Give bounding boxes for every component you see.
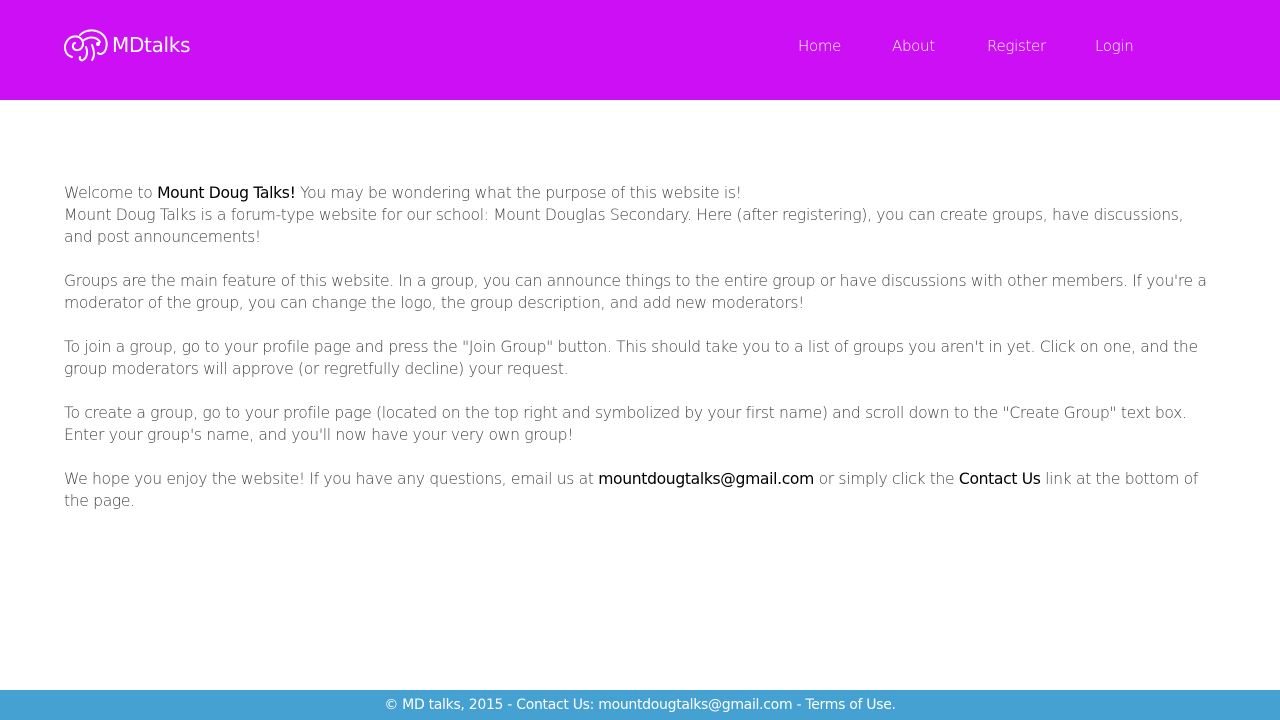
site-logo[interactable]: MDtalks xyxy=(62,26,191,64)
nav-login-link[interactable]: Login xyxy=(1095,36,1134,56)
site-footer: © MD talks, 2015 - Contact Us: mountdoug… xyxy=(0,690,1280,720)
nav-home-link[interactable]: Home xyxy=(798,36,841,56)
footer-terms-link[interactable]: Terms of Use. xyxy=(805,697,896,713)
site-header: MDtalks Home About Register Login xyxy=(0,0,1280,100)
brand-name: MDtalks xyxy=(112,33,191,57)
closing-paragraph: We hope you enjoy the website! If you ha… xyxy=(64,468,1214,512)
intro-text-cont: You may be wondering what the purpose of… xyxy=(295,184,742,202)
closing-text-cont: or simply click the xyxy=(813,470,959,488)
footer-contact-link[interactable]: Contact Us: mountdougtalks@gmail.com xyxy=(516,697,792,713)
intro-paragraph: Welcome to Mount Doug Talks! You may be … xyxy=(64,182,1214,248)
site-name-highlight: Mount Doug Talks! xyxy=(157,184,296,202)
email-link[interactable]: mountdougtalks@gmail.com xyxy=(598,470,814,488)
intro-description: Mount Doug Talks is a forum-type website… xyxy=(64,206,1184,246)
main-content: Welcome to Mount Doug Talks! You may be … xyxy=(64,182,1214,534)
nav-about-link[interactable]: About xyxy=(892,36,935,56)
footer-copyright: © MD talks, 2015 - xyxy=(384,697,517,713)
nav-register-link[interactable]: Register xyxy=(987,36,1046,56)
closing-text: We hope you enjoy the website! If you ha… xyxy=(64,470,599,488)
contact-us-link[interactable]: Contact Us xyxy=(959,470,1041,488)
intro-text: Welcome to xyxy=(64,184,158,202)
groups-paragraph: Groups are the main feature of this webs… xyxy=(64,272,1207,312)
join-group-paragraph: To join a group, go to your profile page… xyxy=(64,338,1198,378)
create-group-paragraph: To create a group, go to your profile pa… xyxy=(64,404,1187,444)
ram-logo-icon xyxy=(63,29,108,62)
footer-separator: - xyxy=(792,697,806,713)
